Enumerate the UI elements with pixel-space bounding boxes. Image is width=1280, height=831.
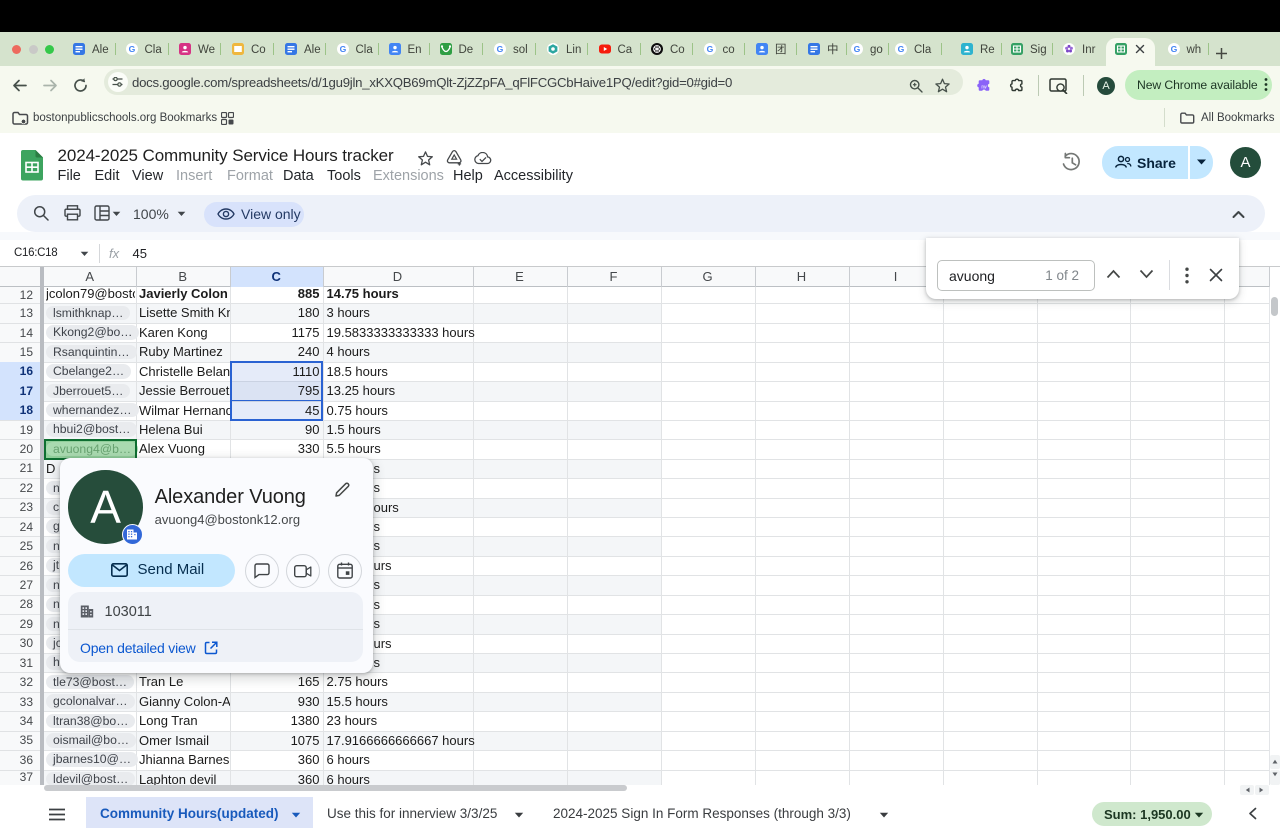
svg-text:G: G xyxy=(339,44,346,54)
svg-text:rw: rw xyxy=(981,85,987,91)
svg-text:G: G xyxy=(854,44,861,54)
svg-text:G: G xyxy=(128,44,135,54)
svg-text:G: G xyxy=(1170,44,1177,54)
svg-text:G: G xyxy=(497,44,504,54)
svg-text:G: G xyxy=(898,44,905,54)
svg-text:G: G xyxy=(706,44,713,54)
